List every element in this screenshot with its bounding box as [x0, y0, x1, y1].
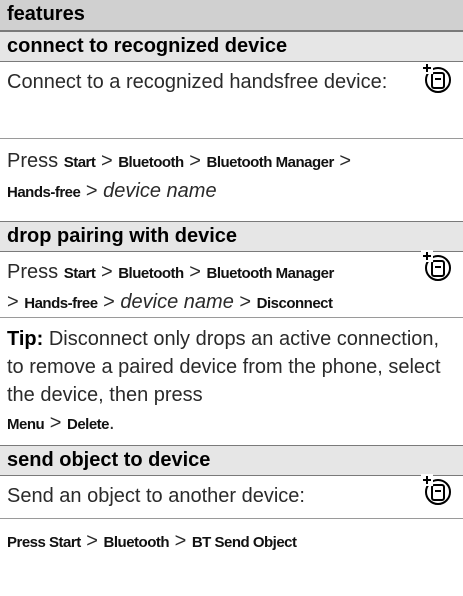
- tip-paragraph: Tip: Disconnect only drops an active con…: [7, 328, 441, 434]
- divider: [0, 138, 463, 139]
- header-title: features: [7, 3, 85, 25]
- divider: [0, 317, 463, 318]
- section-connect-title: connect to recognized device: [0, 31, 463, 62]
- features-page: features connect to recognized device Co…: [0, 0, 463, 596]
- features-header: features: [0, 0, 463, 31]
- section-send-object-title: send object to device: [0, 445, 463, 476]
- send-instruction: Press Start > Bluetooth > BT Send Object: [7, 530, 297, 552]
- send-description: Send an object to another device:: [7, 485, 305, 507]
- divider: [0, 518, 463, 519]
- connect-description: Connect to a recognized handsfree device…: [7, 71, 388, 93]
- drop-instruction: Press Start > Bluetooth > Bluetooth Mana…: [7, 261, 334, 313]
- connect-instruction: Press Start > Bluetooth > Bluetooth Mana…: [7, 150, 352, 202]
- section-drop-pairing-title: drop pairing with device: [0, 221, 463, 252]
